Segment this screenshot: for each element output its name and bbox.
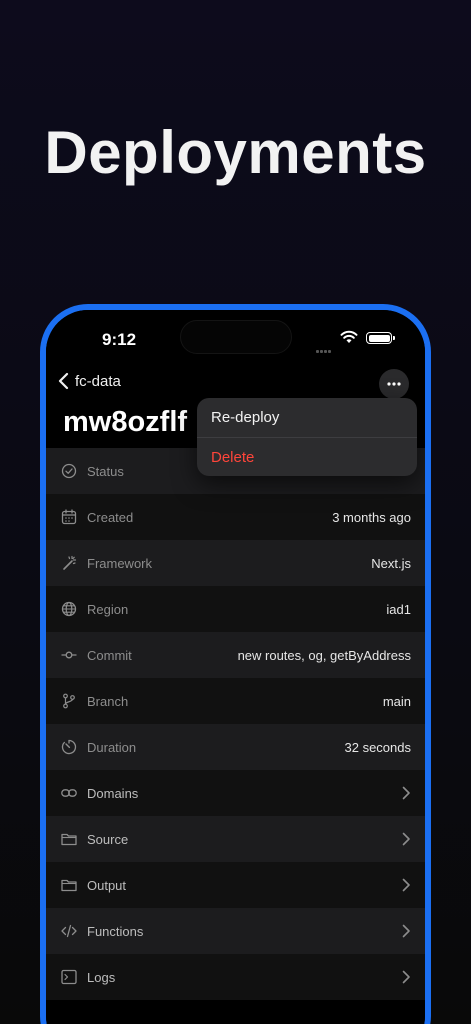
detail-value: main [382,693,411,709]
cellular-signal-icon [316,340,338,353]
redeploy-menu-item[interactable]: Re-deploy [197,398,417,437]
globe-icon [60,600,78,618]
check-circle-icon [60,462,78,480]
chevron-right-icon [402,970,410,984]
nav-row-label: Output [87,877,127,893]
nav-row-label: Domains [87,785,139,801]
more-options-button[interactable] [379,369,409,399]
detail-label: Created [87,509,134,525]
delete-menu-item[interactable]: Delete [197,437,417,476]
detail-value: new routes, og, getByAddress [237,647,411,663]
detail-value: iad1 [386,601,411,617]
page-title: mw8ozflf [63,406,188,438]
branch-icon [60,692,78,710]
detail-value: Next.js [371,555,411,571]
detail-label: Framework [87,555,153,571]
nav-row-label: Source [87,831,129,847]
wifi-icon [340,330,358,343]
detail-row-branch: Branch main [46,678,425,724]
detail-label: Branch [87,693,129,709]
detail-row-framework: Framework Next.js [46,540,425,586]
folder-icon [60,876,78,894]
hero-title: Deployments [44,119,427,186]
detail-value: 32 seconds [344,739,412,755]
chevron-right-icon [402,832,410,846]
folder-icon [60,830,78,848]
context-menu: Re-deploy Delete [197,398,417,476]
nav-row-domains[interactable]: Domains [46,770,425,816]
nav-row-label: Functions [87,923,144,939]
calendar-icon [60,508,78,526]
chevron-right-icon [402,786,410,800]
battery-icon [366,332,395,344]
phone-frame: 9:12 fc-data mw8ozflf Status Created 3 m… [40,304,431,1024]
detail-row-duration: Duration 32 seconds [46,724,425,770]
link-icon [60,784,78,802]
dynamic-island [180,320,292,354]
nav-row-output[interactable]: Output [46,862,425,908]
detail-label: Region [87,601,129,617]
magic-wand-icon [60,554,78,572]
detail-value: 3 months ago [332,509,411,525]
code-icon [60,922,78,940]
deployment-details-list: Status Created 3 months ago Framework Ne… [46,448,425,1000]
nav-row-functions[interactable]: Functions [46,908,425,954]
status-bar: 9:12 [46,310,425,364]
detail-label: Duration [87,739,137,755]
ellipsis-icon [387,382,401,386]
chevron-left-icon [58,372,69,390]
chevron-right-icon [402,878,410,892]
navigation-bar: fc-data [46,366,425,402]
detail-row-created: Created 3 months ago [46,494,425,540]
app-screen: 9:12 fc-data mw8ozflf Status Created 3 m… [46,310,425,1024]
detail-row-commit: Commit new routes, og, getByAddress [46,632,425,678]
nav-row-logs[interactable]: Logs [46,954,425,1000]
timer-icon [60,738,78,756]
chevron-right-icon [402,924,410,938]
terminal-icon [60,968,78,986]
back-button[interactable]: fc-data [58,372,121,390]
back-label: fc-data [75,372,121,390]
nav-row-label: Logs [87,969,116,985]
detail-row-region: Region iad1 [46,586,425,632]
status-time: 9:12 [102,330,137,349]
nav-row-source[interactable]: Source [46,816,425,862]
detail-label: Commit [87,647,132,663]
commit-icon [60,646,78,664]
